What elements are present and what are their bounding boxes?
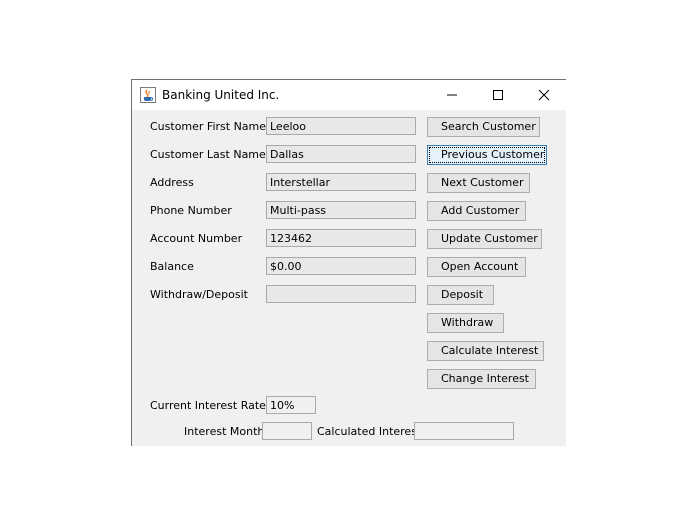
update-customer-button[interactable]: Update Customer [427,229,542,249]
maximize-icon [493,90,503,100]
last-name-field[interactable]: Dallas [266,145,416,163]
address-label: Address [150,176,194,189]
java-cup-icon [140,87,156,103]
address-field[interactable]: Interstellar [266,173,416,191]
open-account-button[interactable]: Open Account [427,257,526,277]
interest-month-field[interactable] [262,422,312,440]
balance-field[interactable]: $0.00 [266,257,416,275]
previous-customer-button[interactable]: Previous Customer [427,145,547,165]
interest-month-label: Interest Month [184,425,265,438]
close-icon [538,89,550,101]
next-customer-button[interactable]: Next Customer [427,173,530,193]
account-number-label: Account Number [150,232,243,245]
calculated-interest-label: Calculated Interest [317,425,422,438]
minimize-icon [447,94,457,96]
search-customer-button[interactable]: Search Customer [427,117,540,137]
minimize-button[interactable] [429,80,475,110]
balance-label: Balance [150,260,194,273]
account-number-field[interactable]: 123462 [266,229,416,247]
withdraw-deposit-label: Withdraw/Deposit [150,288,248,301]
deposit-button[interactable]: Deposit [427,285,494,305]
first-name-label: Customer First Name [150,120,267,133]
interest-rate-field[interactable]: 10% [266,396,316,414]
window-title: Banking United Inc. [162,88,280,102]
change-interest-button[interactable]: Change Interest [427,369,536,389]
close-button[interactable] [521,80,566,110]
maximize-button[interactable] [475,80,521,110]
withdraw-button[interactable]: Withdraw [427,313,504,333]
first-name-field[interactable]: Leeloo [266,117,416,135]
title-bar: Banking United Inc. [132,80,566,110]
banking-window: Banking United Inc. Customer First Name … [131,79,566,446]
phone-label: Phone Number [150,204,232,217]
phone-field[interactable]: Multi-pass [266,201,416,219]
calculate-interest-button[interactable]: Calculate Interest [427,341,544,361]
calculated-interest-field[interactable] [414,422,514,440]
add-customer-button[interactable]: Add Customer [427,201,526,221]
interest-rate-label: Current Interest Rate [150,399,266,412]
last-name-label: Customer Last Name [150,148,266,161]
withdraw-deposit-field[interactable] [266,285,416,303]
